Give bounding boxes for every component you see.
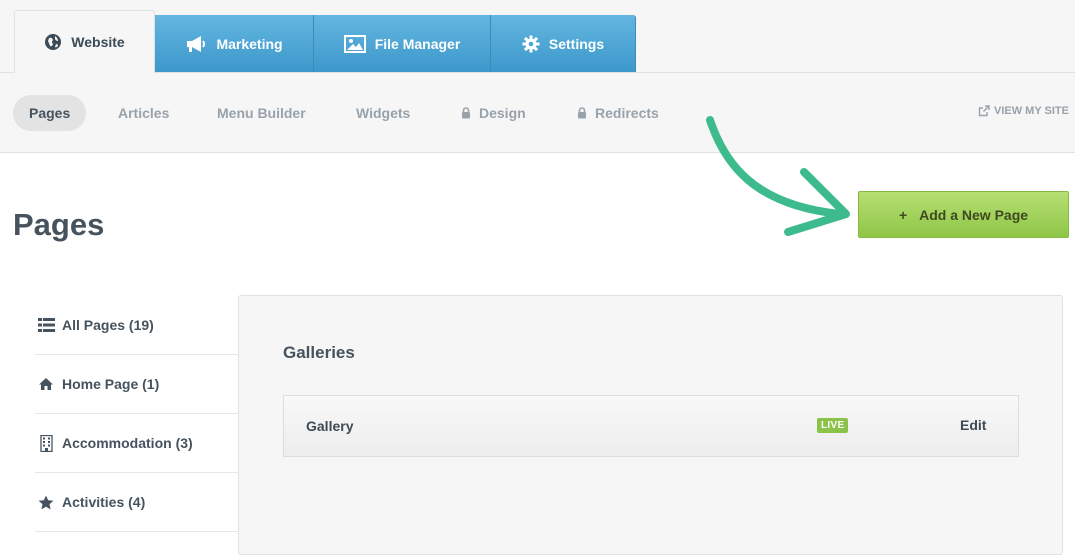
add-new-page-button[interactable]: + Add a New Page: [858, 191, 1069, 238]
page-title: Pages: [13, 207, 105, 242]
tab-file-manager-label: File Manager: [374, 35, 461, 52]
edit-link[interactable]: Edit: [960, 417, 986, 433]
subtab-widgets-label: Widgets: [356, 105, 411, 121]
subtab-articles[interactable]: Articles: [118, 95, 169, 131]
sidebar-item-label: Accommodation (3): [62, 435, 193, 451]
sidebar-item-activities[interactable]: Activities (4): [35, 473, 238, 532]
status-badge: LIVE: [817, 418, 849, 433]
lock-icon: [577, 107, 587, 119]
plus-icon: +: [898, 206, 908, 223]
lock-icon: [461, 107, 471, 119]
subtab-menu-builder-label: Menu Builder: [217, 105, 306, 121]
image-icon: [343, 34, 366, 53]
subtab-widgets[interactable]: Widgets: [356, 95, 410, 131]
star-icon: [37, 495, 55, 510]
pages-panel: Galleries Gallery LIVE Edit: [238, 295, 1063, 555]
home-icon: [37, 377, 55, 391]
page-category-sidebar: All Pages (19) Home Page (1) Accommodati…: [35, 296, 238, 532]
section-title: Galleries: [283, 343, 355, 362]
tab-settings-label: Settings: [548, 35, 605, 52]
sub-navigation: Pages Articles Menu Builder Widgets Desi…: [0, 73, 1075, 153]
table-row: Gallery LIVE Edit: [283, 395, 1019, 457]
subtab-design[interactable]: Design: [461, 95, 526, 131]
external-link-icon: [978, 105, 990, 117]
sidebar-item-label: All Pages (19): [62, 317, 154, 333]
view-my-site-label: VIEW MY SITE: [994, 105, 1069, 117]
tab-file-manager[interactable]: File Manager: [314, 15, 491, 72]
add-new-page-label: Add a New Page: [919, 206, 1029, 223]
tab-marketing-label: Marketing: [216, 35, 283, 52]
view-my-site-link[interactable]: VIEW MY SITE: [978, 105, 1069, 117]
tab-marketing[interactable]: Marketing: [155, 15, 314, 72]
subtab-pages[interactable]: Pages: [13, 95, 87, 131]
globe-icon: [44, 33, 62, 51]
sidebar-item-home-page[interactable]: Home Page (1): [35, 355, 238, 414]
page-name: Gallery: [306, 418, 354, 434]
top-tab-bar: Website Marketing File Manager Settings: [0, 0, 1075, 73]
sidebar-item-all-pages[interactable]: All Pages (19): [35, 296, 238, 355]
subtab-redirects-label: Redirects: [595, 105, 659, 121]
tab-website-label: Website: [71, 34, 125, 50]
building-icon: [37, 434, 55, 452]
tab-website[interactable]: Website: [14, 10, 155, 73]
megaphone-icon: [185, 35, 207, 53]
main-tabs: Website Marketing File Manager Settings: [14, 10, 636, 73]
tab-settings[interactable]: Settings: [491, 15, 636, 72]
subtab-menu-builder[interactable]: Menu Builder: [217, 95, 306, 131]
gear-icon: [522, 35, 540, 53]
subtab-redirects[interactable]: Redirects: [577, 95, 659, 131]
sidebar-item-label: Activities (4): [62, 494, 146, 510]
sidebar-item-label: Home Page (1): [62, 376, 160, 392]
subtab-pages-label: Pages: [29, 105, 71, 121]
subtab-articles-label: Articles: [118, 105, 170, 121]
subtab-design-label: Design: [479, 105, 526, 121]
list-icon: [37, 318, 55, 332]
sidebar-item-accommodation[interactable]: Accommodation (3): [35, 414, 238, 473]
annotation-arrow: [706, 116, 850, 236]
